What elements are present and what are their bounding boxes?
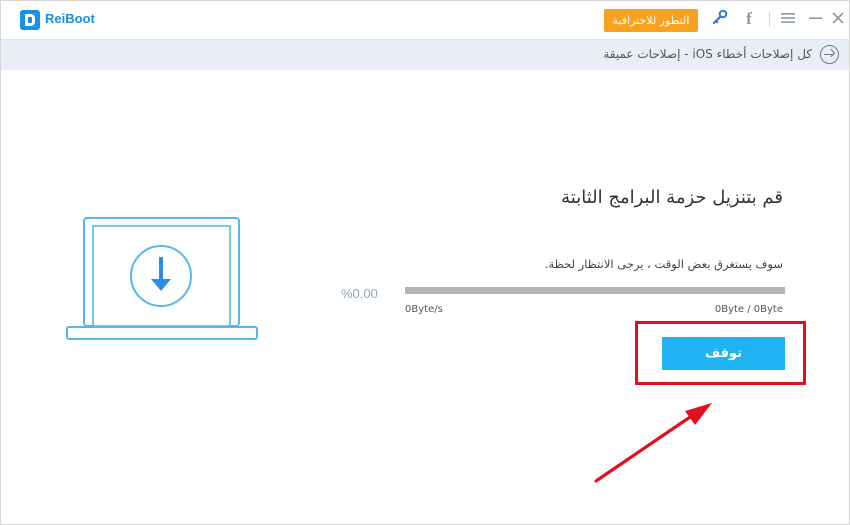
breadcrumb: كل إصلاحات أخطاء iOS - إصلاحات عميقة	[603, 47, 812, 61]
breadcrumb-bar: كل إصلاحات أخطاء iOS - إصلاحات عميقة	[1, 39, 849, 70]
progress-bar	[405, 287, 785, 294]
reiboot-logo-icon	[20, 10, 40, 30]
download-title: قم بتنزيل حزمة البرامج الثابتة	[561, 187, 783, 208]
progress-percent: %0.00	[341, 286, 378, 301]
key-icon[interactable]	[710, 9, 730, 29]
annotation-highlight-box	[635, 321, 806, 385]
title-bar: ReiBoot التطور للاحترافية f	[1, 1, 849, 39]
laptop-download-illustration	[66, 217, 258, 340]
upgrade-pro-button[interactable]: التطور للاحترافية	[604, 9, 698, 32]
download-description: سوف يستغرق بعض الوقت ، يرجى الانتظار لحظ…	[544, 257, 783, 271]
minimize-icon[interactable]	[805, 9, 825, 29]
app-window: ReiBoot التطور للاحترافية f كل إصلاحات أ…	[0, 0, 850, 525]
title-bar-separator	[769, 12, 770, 27]
download-size: 0Byte / 0Byte	[714, 304, 783, 315]
back-arrow-icon[interactable]	[820, 45, 839, 64]
app-name: ReiBoot	[45, 11, 95, 26]
close-icon-svg	[832, 12, 844, 24]
facebook-icon[interactable]: f	[739, 9, 759, 29]
download-speed: 0Byte/s	[405, 304, 443, 315]
menu-icon-svg	[781, 13, 795, 23]
menu-icon[interactable]	[778, 9, 798, 29]
close-icon[interactable]	[828, 9, 848, 29]
key-icon-svg	[712, 9, 728, 25]
minimize-icon-svg	[808, 17, 822, 19]
